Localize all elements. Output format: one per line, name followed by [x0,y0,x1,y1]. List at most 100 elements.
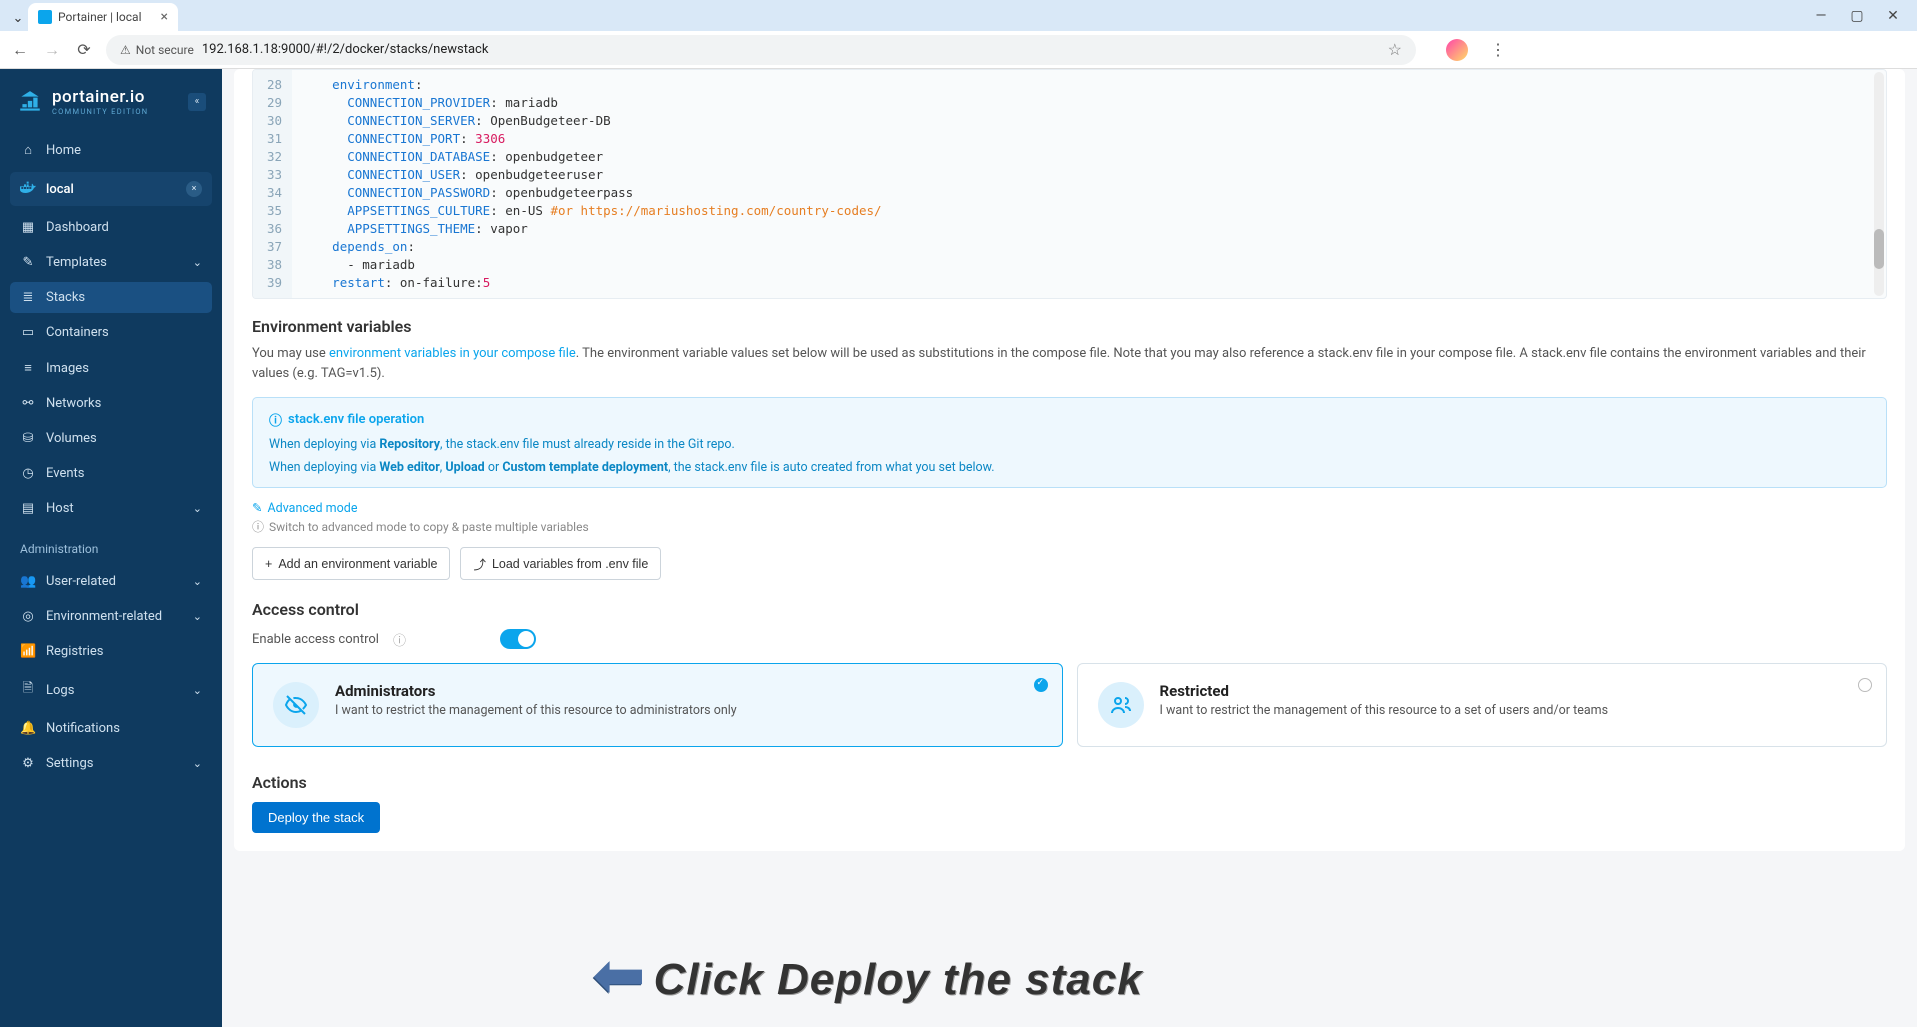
annotation-text: Click Deploy the stack [654,955,1143,1005]
logo[interactable]: portainer.io COMMUNITY EDITION « [10,83,212,130]
signal-icon: 📶 [20,644,36,659]
add-env-var-button[interactable]: +Add an environment variable [252,547,450,580]
radio-icon [1858,678,1872,692]
editor-scrollbar[interactable] [1874,72,1884,296]
chevron-down-icon: ⌄ [193,256,202,269]
sidebar-item-label: Settings [46,756,93,771]
reload-button[interactable]: ⟳ [74,40,94,59]
browser-tab-bar: ⌄ Portainer | local × — ▢ ✕ [0,0,1917,31]
sidebar-host[interactable]: ▤Host⌄ [10,493,212,524]
tab-dropdown-button[interactable]: ⌄ [8,5,28,31]
code-editor[interactable]: 282930313233343536373839 environment: CO… [252,69,1887,299]
eye-off-icon [273,682,319,728]
sidebar: portainer.io COMMUNITY EDITION « ⌂ Home … [0,69,222,1027]
sidebar-item-label: Registries [46,644,104,659]
home-icon: ⌂ [20,142,36,158]
advanced-mode-link[interactable]: ✎Advanced mode [252,500,1887,516]
brand-sub: COMMUNITY EDITION [52,107,148,116]
sidebar-item-label: User-related [46,574,116,589]
env-help-link[interactable]: environment variables in your compose fi… [329,346,576,361]
check-icon [1034,678,1048,692]
chevron-down-icon: ⌄ [193,575,202,588]
advanced-mode-hint: ⓘSwitch to advanced mode to copy & paste… [252,518,1887,535]
sidebar-item-label: Logs [46,683,74,698]
bookmark-icon[interactable]: ☆ [1388,40,1402,59]
sidebar-containers[interactable]: ▭Containers [10,317,212,348]
close-env-button[interactable]: × [186,181,202,197]
sidebar-environment[interactable]: local × [10,172,212,206]
layers-icon: ≣ [20,290,36,305]
sidebar-item-label: Notifications [46,721,120,736]
close-window-button[interactable]: ✕ [1879,8,1907,24]
chevron-down-icon: ⌄ [193,502,202,515]
ac-restricted-card[interactable]: Restricted I want to restrict the manage… [1077,663,1888,747]
stack-env-info-box: ⓘstack.env file operation When deploying… [252,397,1887,488]
help-icon[interactable]: ⓘ [393,630,406,649]
sidebar-item-label: Dashboard [46,220,109,235]
help-icon: ⓘ [252,518,264,535]
info-box-line1: When deploying via Repository, the stack… [269,437,1870,452]
security-badge[interactable]: ⚠ Not secure [120,43,194,57]
back-button[interactable]: ← [10,40,30,60]
ac-administrators-card[interactable]: Administrators I want to restrict the ma… [252,663,1063,747]
sidebar-user-related[interactable]: 👥User-related⌄ [10,566,212,597]
maximize-button[interactable]: ▢ [1843,8,1871,24]
warning-icon: ⚠ [120,43,131,57]
sidebar-item-label: Environment-related [46,609,162,624]
sidebar-env-related[interactable]: ◎ Environment-related ⌄ [10,601,212,632]
sidebar-item-label: Networks [46,396,101,411]
minimize-button[interactable]: — [1807,8,1835,24]
sidebar-item-label: Templates [46,255,107,270]
sidebar-dashboard[interactable]: ▦Dashboard [10,212,212,243]
access-section-title: Access control [252,600,1887,619]
plus-icon: + [265,557,272,571]
info-box-line2: When deploying via Web editor, Upload or… [269,460,1870,475]
sidebar-stacks[interactable]: ≣Stacks [10,282,212,313]
sidebar-networks[interactable]: ⚯Networks [10,388,212,419]
sidebar-item-label: Home [46,143,81,158]
deploy-stack-button[interactable]: Deploy the stack [252,802,380,833]
file-icon: 🗎 [20,679,36,701]
disc-icon: ◎ [20,609,36,624]
profile-avatar[interactable] [1446,39,1468,61]
sidebar-logs[interactable]: 🗎Logs⌄ [10,671,212,709]
database-icon: ⛁ [20,431,36,446]
upload-icon: ⤴ [473,554,486,573]
brand-text: portainer.io [52,87,148,107]
docker-icon [20,180,36,198]
sidebar-settings[interactable]: ⚙ Settings ⌄ [10,748,212,779]
chevron-down-icon: ⌄ [193,757,202,770]
load-env-file-button[interactable]: ⤴Load variables from .env file [460,547,661,580]
forward-button[interactable]: → [42,40,62,60]
sidebar-templates[interactable]: ✎ Templates ⌄ [10,247,212,278]
code-body[interactable]: environment: CONNECTION_PROVIDER: mariad… [292,70,1886,298]
enable-ac-toggle[interactable] [500,629,536,649]
env-section-title: Environment variables [252,317,1887,336]
close-tab-button[interactable]: × [161,9,168,25]
chevron-down-icon: ⌄ [193,610,202,623]
main-content: 282930313233343536373839 environment: CO… [222,69,1917,1027]
sidebar-volumes[interactable]: ⛁ Volumes [10,423,212,454]
sidebar-item-label: Images [46,361,89,376]
edit-icon: ✎ [252,500,262,516]
bell-icon: 🔔 [20,721,36,736]
sidebar-events[interactable]: ◷Events [10,458,212,489]
arrow-left-icon: ➡ [592,938,646,1013]
browser-menu-button[interactable]: ⋮ [1490,40,1506,59]
browser-tab[interactable]: Portainer | local × [28,3,178,31]
address-bar: ← → ⟳ ⚠ Not secure 192.168.1.18:9000/#!/… [0,31,1917,69]
clock-icon: ◷ [20,466,36,481]
edit-icon: ✎ [20,255,36,270]
info-icon: ⓘ [269,410,282,429]
sidebar-item-label: Volumes [46,431,97,446]
sidebar-collapse-button[interactable]: « [188,93,206,111]
sidebar-registries[interactable]: 📶 Registries [10,636,212,667]
sidebar-home[interactable]: ⌂ Home [10,134,212,166]
sidebar-notifications[interactable]: 🔔 Notifications [10,713,212,744]
gear-icon: ⚙ [20,756,36,771]
users-icon [1098,682,1144,728]
sidebar-images[interactable]: ≡Images [10,352,212,384]
url-input[interactable]: ⚠ Not secure 192.168.1.18:9000/#!/2/dock… [106,35,1416,65]
portainer-logo-icon [16,88,44,116]
ac-card-desc: I want to restrict the management of thi… [335,703,737,718]
